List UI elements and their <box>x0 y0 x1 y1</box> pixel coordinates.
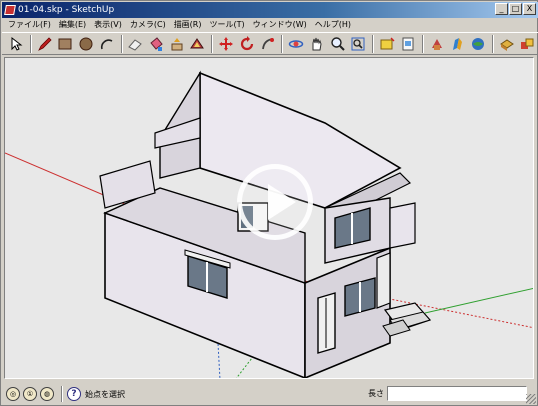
components-share-icon[interactable] <box>497 34 517 54</box>
resize-grip[interactable] <box>526 394 536 404</box>
circle-icon[interactable] <box>76 34 96 54</box>
green-axis <box>424 287 533 314</box>
menu-view[interactable]: 表示(V) <box>90 19 126 30</box>
geo-location-icon[interactable]: ◎ <box>6 387 20 401</box>
play-button[interactable] <box>237 164 313 240</box>
status-bar: ◎ ① ◍ ? 始点を選択 長さ <box>2 382 538 406</box>
toolbar-separator <box>29 34 32 53</box>
rectangle-icon[interactable] <box>55 34 75 54</box>
close-button[interactable]: X <box>523 3 536 15</box>
measurement-label: 長さ <box>368 389 384 398</box>
components-icon[interactable] <box>447 34 467 54</box>
rotate-icon[interactable] <box>237 34 257 54</box>
window-title: 01-04.skp - SketchUp <box>18 5 115 15</box>
push-pull-icon[interactable] <box>167 34 187 54</box>
sketchup-logo-icon <box>4 5 16 15</box>
toolbar-separator <box>372 34 375 53</box>
section-icon[interactable] <box>377 34 397 54</box>
minimize-button[interactable]: _ <box>495 3 508 15</box>
toolbar-separator <box>211 34 214 53</box>
toolbar-separator <box>281 34 284 53</box>
zoom-extents-icon[interactable] <box>349 34 369 54</box>
zoom-icon[interactable] <box>328 34 348 54</box>
select-icon[interactable] <box>6 34 26 54</box>
paint-bucket-icon[interactable] <box>146 34 166 54</box>
orbit-icon[interactable] <box>286 34 306 54</box>
menu-help[interactable]: ヘルプ(H) <box>311 19 355 30</box>
title-bar[interactable]: 01-04.skp - SketchUp _ □ X <box>2 2 538 18</box>
status-separator <box>61 386 63 402</box>
offset-icon[interactable] <box>188 34 208 54</box>
menu-window[interactable]: ウィンドウ(W) <box>249 19 311 30</box>
menu-bar: ファイル(F) 編集(E) 表示(V) カメラ(C) 描画(R) ツール(T) … <box>2 18 538 31</box>
status-hint: 始点を選択 <box>85 389 125 399</box>
main-toolbar <box>2 32 538 55</box>
side-door <box>376 252 391 309</box>
toolbar-separator <box>421 34 424 53</box>
right-balcony <box>389 202 416 249</box>
credits-icon[interactable]: ① <box>23 387 37 401</box>
toolbar-separator <box>491 34 494 53</box>
measurement-input[interactable] <box>387 386 527 401</box>
arc-icon[interactable] <box>97 34 117 54</box>
play-icon <box>268 184 296 220</box>
follow-me-icon[interactable] <box>258 34 278 54</box>
pencil-icon[interactable] <box>35 34 55 54</box>
menu-tools[interactable]: ツール(T) <box>206 19 249 30</box>
help-icon[interactable]: ? <box>67 387 81 401</box>
toolbar-separator <box>120 34 123 53</box>
page-icon[interactable] <box>398 34 418 54</box>
eraser-icon[interactable] <box>126 34 146 54</box>
user-icon[interactable]: ◍ <box>40 387 54 401</box>
menu-file[interactable]: ファイル(F) <box>4 19 55 30</box>
menu-camera[interactable]: カメラ(C) <box>126 19 170 30</box>
menu-edit[interactable]: 編集(E) <box>55 19 90 30</box>
menu-draw[interactable]: 描画(R) <box>170 19 206 30</box>
move-icon[interactable] <box>216 34 236 54</box>
pan-icon[interactable] <box>307 34 327 54</box>
app-window: 01-04.skp - SketchUp _ □ X ファイル(F) 編集(E)… <box>0 0 538 406</box>
get-models-icon[interactable] <box>517 34 537 54</box>
location-icon[interactable] <box>468 34 488 54</box>
front-door <box>317 292 336 354</box>
maximize-button[interactable]: □ <box>509 3 522 15</box>
model-viewport[interactable] <box>4 57 534 379</box>
3d-warehouse-icon[interactable] <box>427 34 447 54</box>
